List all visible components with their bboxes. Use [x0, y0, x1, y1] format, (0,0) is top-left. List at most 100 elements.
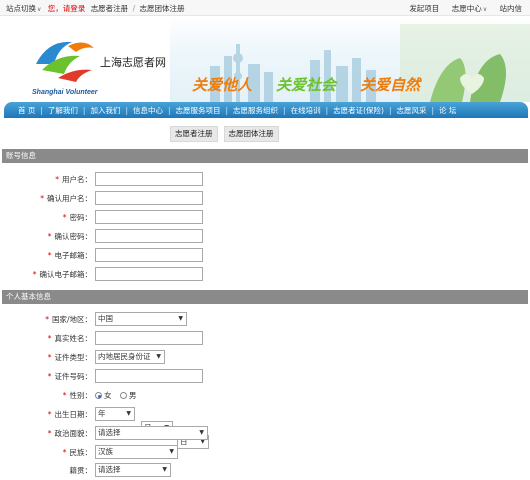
- site-banner: 上海志愿者网 Shanghai Volunteer 关爱他人 关爱社会 关爱自然: [0, 16, 530, 102]
- nav-item-forum[interactable]: 论 坛: [439, 105, 456, 116]
- launch-project-link[interactable]: 发起项目: [409, 3, 439, 14]
- form-row-gender: * 性别： 女 男: [0, 388, 530, 402]
- register-volunteer-link[interactable]: 志愿者注册: [91, 3, 129, 14]
- nav-item-training[interactable]: 在线培训: [291, 105, 321, 116]
- confirm-username-input[interactable]: [95, 191, 203, 205]
- site-name-en: Shanghai Volunteer: [32, 89, 98, 96]
- required-mark: *: [47, 429, 52, 438]
- nav-item-home[interactable]: 首 页: [18, 105, 35, 116]
- form-row-username: * 用户名：: [0, 172, 530, 186]
- nav-item-projects[interactable]: 志愿服务项目: [176, 105, 221, 116]
- chevron-down-icon[interactable]: ∨: [483, 6, 487, 13]
- form-row-confirm-username: * 确认用户名：: [0, 191, 530, 205]
- section-header-account: 账号信息: [2, 149, 528, 163]
- confirm-email-input[interactable]: [95, 267, 203, 281]
- gender-female-radio[interactable]: [95, 392, 102, 399]
- field-label: 出生日期：: [54, 410, 93, 419]
- field-label: 用户名：: [62, 175, 92, 184]
- form-row-id-type: * 证件类型： 内地居民身份证 ▼: [0, 350, 530, 364]
- required-mark: *: [62, 213, 67, 222]
- required-mark: *: [47, 410, 52, 419]
- id-number-input[interactable]: [95, 369, 203, 383]
- nav-divider: |: [388, 105, 392, 115]
- password-input[interactable]: [95, 210, 203, 224]
- required-mark: *: [47, 372, 52, 381]
- field-label: 证件号码：: [54, 372, 93, 381]
- required-mark: *: [62, 391, 67, 400]
- nav-divider: |: [82, 105, 86, 115]
- country-select[interactable]: 中国 ▼: [95, 312, 187, 326]
- registration-tabs: 志愿者注册 志愿团体注册: [170, 126, 279, 142]
- nav-item-organizations[interactable]: 志愿服务组织: [233, 105, 278, 116]
- field-label: 证件类型：: [54, 353, 93, 362]
- nav-item-showcase[interactable]: 志愿风采: [397, 105, 427, 116]
- field-label: 确认密码：: [54, 232, 93, 241]
- gender-radio-group: 女 男: [95, 390, 136, 401]
- nav-item-info[interactable]: 信息中心: [133, 105, 163, 116]
- native-place-select[interactable]: 请选择 ▼: [95, 463, 171, 477]
- required-mark: *: [32, 270, 37, 279]
- required-mark: *: [47, 232, 52, 241]
- form-row-email: * 电子邮箱：: [0, 248, 530, 262]
- field-label: 籍贯：: [69, 466, 93, 475]
- dropdown-arrow-icon: ▼: [169, 448, 174, 455]
- nav-item-join[interactable]: 加入我们: [90, 105, 120, 116]
- site-switch-link[interactable]: 站点切换: [6, 3, 36, 14]
- field-label: 电子邮箱：: [54, 251, 93, 260]
- radio-label: 女: [104, 391, 112, 400]
- volunteer-logo-icon: [36, 41, 94, 82]
- field-label: 政治面貌：: [54, 429, 93, 438]
- separator: /: [132, 4, 136, 13]
- field-label: 确认电子邮箱：: [39, 270, 93, 279]
- email-input[interactable]: [95, 248, 203, 262]
- nav-item-certificate[interactable]: 志愿者证(保险): [333, 105, 384, 116]
- ethnicity-select[interactable]: 汉族 ▼: [95, 445, 178, 459]
- form-row-political: * 政治面貌： 请选择 ▼: [0, 426, 530, 440]
- tab-volunteer-register[interactable]: 志愿者注册: [170, 126, 218, 142]
- dropdown-arrow-icon: ▼: [162, 466, 167, 473]
- slogan-care-nature: 关爱自然: [360, 76, 421, 94]
- nav-item-about[interactable]: 了解我们: [48, 105, 78, 116]
- select-value: 汉族: [98, 447, 113, 456]
- political-status-select[interactable]: 请选择 ▼: [95, 426, 208, 440]
- real-name-input[interactable]: [95, 331, 203, 345]
- form-row-confirm-email: * 确认电子邮箱：: [0, 267, 530, 281]
- confirm-password-input[interactable]: [95, 229, 203, 243]
- nav-divider: |: [40, 105, 43, 115]
- dropdown-arrow-icon: ▼: [199, 429, 204, 436]
- birth-year-select[interactable]: 年 ▼: [95, 407, 135, 421]
- field-label: 密码：: [69, 213, 93, 222]
- required-mark: *: [47, 334, 52, 343]
- id-type-select[interactable]: 内地居民身份证 ▼: [95, 350, 165, 364]
- select-value: 中国: [98, 314, 113, 323]
- dropdown-arrow-icon: ▼: [156, 353, 161, 360]
- gender-male-radio[interactable]: [119, 392, 127, 399]
- required-mark: *: [55, 175, 59, 184]
- login-link[interactable]: 您，请登录: [48, 3, 86, 14]
- nav-divider: |: [283, 105, 286, 115]
- field-label: 真实姓名：: [54, 334, 93, 343]
- register-group-link[interactable]: 志愿团体注册: [140, 3, 185, 14]
- form-row-country: * 国家/地区： 中国 ▼: [0, 312, 530, 326]
- form-row-id-number: * 证件号码：: [0, 369, 530, 383]
- form-row-confirm-password: * 确认密码：: [0, 229, 530, 243]
- chevron-down-icon[interactable]: ∨: [37, 6, 41, 13]
- required-mark: *: [45, 315, 49, 324]
- field-label: 确认用户名：: [47, 194, 92, 203]
- nav-divider: |: [125, 105, 128, 115]
- required-mark: *: [62, 448, 67, 457]
- section-header-personal: 个人基本信息: [2, 290, 528, 304]
- nav-divider: |: [431, 105, 435, 115]
- tab-group-register[interactable]: 志愿团体注册: [223, 126, 279, 142]
- slogan-care-society: 关爱社会: [276, 76, 337, 94]
- form-row-real-name: * 真实姓名：: [0, 331, 530, 345]
- required-mark: *: [47, 251, 52, 260]
- dropdown-arrow-icon: ▼: [126, 410, 131, 417]
- nav-divider: |: [325, 105, 329, 115]
- field-label: 国家/地区：: [51, 315, 92, 324]
- form-row-native-place: 籍贯： 请选择 ▼: [0, 463, 530, 477]
- username-input[interactable]: [95, 172, 203, 186]
- inbox-link[interactable]: 站内信: [500, 3, 523, 14]
- required-mark: *: [47, 353, 52, 362]
- volunteer-center-link[interactable]: 志愿中心: [452, 3, 482, 14]
